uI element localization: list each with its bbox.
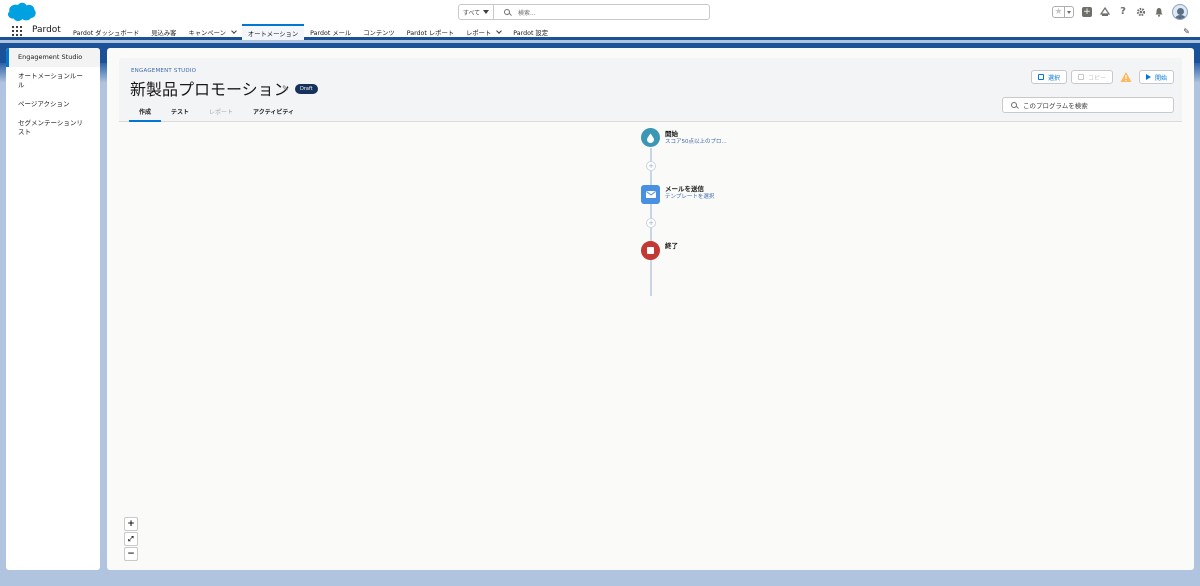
automation-sidebar: Engagement Studio オートメーションルール ページアクション セ…: [6, 48, 100, 570]
tab-activity[interactable]: アクティビティ: [243, 104, 304, 122]
copy-button-label: コピー: [1087, 74, 1106, 82]
tab-test[interactable]: テスト: [161, 104, 199, 122]
edit-title-pencil-icon[interactable]: ✎: [282, 84, 289, 93]
tab-reports: レポート: [209, 109, 234, 116]
sidebar-item-engagement-studio[interactable]: Engagement Studio: [6, 48, 100, 67]
notification-bell-icon[interactable]: [1154, 7, 1164, 17]
chevron-down-icon[interactable]: [496, 28, 503, 34]
sidebar-item-automation-rules[interactable]: オートメーションルール: [6, 67, 100, 95]
nav-tab-pardot-settings[interactable]: Pardot 設定: [507, 24, 554, 40]
copy-button: コピー: [1070, 70, 1113, 84]
sidebar-item-label: ページアクション: [18, 100, 70, 108]
favorites-group: ★: [1052, 6, 1074, 18]
trailhead-icon[interactable]: [1100, 7, 1110, 17]
zoom-out-button[interactable]: −: [124, 547, 138, 561]
app-nav-bar: Pardot Pardot ダッシュボード 見込み客 キャンペーン オートメーシ…: [0, 24, 1200, 40]
tab-build[interactable]: 作成: [129, 104, 162, 122]
start-button-label: 開始: [1154, 74, 1167, 82]
favorite-star-icon[interactable]: ★: [1053, 7, 1064, 17]
end-node[interactable]: [641, 241, 660, 260]
program-header: ENGAGEMENT STUDIO 新製品プロモーション ✎ Draft 作成 …: [119, 58, 1182, 122]
nav-tab-label: コンテンツ: [363, 29, 395, 37]
program-title: 新製品プロモーション: [130, 80, 290, 99]
program-tabs: 作成 テスト レポート アクティビティ: [129, 104, 304, 122]
user-avatar[interactable]: [1172, 4, 1188, 20]
drop-icon: [647, 133, 654, 143]
program-eyebrow: ENGAGEMENT STUDIO: [131, 68, 197, 74]
select-button-label: 選択: [1047, 74, 1060, 82]
salesforce-logo-icon[interactable]: [6, 2, 36, 23]
global-search-input[interactable]: 検索...: [494, 4, 710, 20]
global-header: すべて 検索... ★ + ?: [0, 0, 1200, 24]
select-icon: [1037, 74, 1044, 80]
sidebar-item-page-actions[interactable]: ページアクション: [6, 95, 100, 114]
gear-icon[interactable]: [1136, 7, 1146, 17]
select-button[interactable]: 選択: [1030, 70, 1067, 84]
search-icon: [504, 9, 510, 15]
header-utility-icons: ★ + ?: [1052, 4, 1188, 20]
nav-tab-label: レポート: [466, 29, 492, 37]
nav-tab-label: オートメーション: [247, 30, 299, 38]
nav-tab-label: キャンペーン: [188, 29, 226, 37]
add-step-button[interactable]: +: [646, 218, 656, 228]
zoom-in-button[interactable]: +: [124, 517, 138, 531]
nav-tab-content[interactable]: コンテンツ: [357, 24, 400, 40]
app-launcher-icon[interactable]: [12, 26, 22, 36]
nav-tabs: Pardot ダッシュボード 見込み客 キャンペーン オートメーション Pard…: [67, 24, 554, 40]
nav-tab-reports[interactable]: レポート: [460, 24, 507, 40]
start-node[interactable]: [641, 128, 660, 147]
favorites-menu-button[interactable]: [1064, 7, 1073, 17]
play-icon: [1145, 74, 1151, 80]
search-scope-select[interactable]: すべて: [458, 4, 494, 20]
app-name: Pardot: [32, 25, 61, 35]
nav-tab-label: 見込み客: [151, 29, 177, 37]
engagement-studio-main: ENGAGEMENT STUDIO 新製品プロモーション ✎ Draft 作成 …: [107, 48, 1194, 570]
sidebar-item-label: オートメーションルール: [18, 72, 83, 89]
caret-down-icon: [483, 10, 490, 14]
fit-to-screen-button[interactable]: ⤢: [124, 532, 138, 546]
nav-tab-automation[interactable]: オートメーション: [241, 24, 305, 40]
edit-nav-pencil-icon[interactable]: ✎: [1183, 27, 1190, 36]
send-email-node[interactable]: [641, 185, 660, 204]
nav-tab-pardot-reports[interactable]: Pardot レポート: [401, 24, 460, 40]
program-search-input[interactable]: このプログラムを検索: [1002, 97, 1174, 113]
sidebar-item-segmentation-lists[interactable]: セグメンテーションリスト: [6, 114, 100, 142]
nav-tab-label: Pardot ダッシュボード: [73, 29, 140, 37]
chevron-down-icon[interactable]: [231, 28, 237, 34]
nav-tab-label: Pardot 設定: [513, 29, 549, 37]
start-button[interactable]: 開始: [1138, 70, 1174, 84]
warning-icon[interactable]: [1120, 70, 1132, 84]
program-actions: 選択 コピー 開始: [1030, 70, 1174, 84]
status-badge: Draft: [295, 84, 318, 94]
end-node-title: 終了: [665, 242, 678, 250]
nav-tab-pardot-email[interactable]: Pardot メール: [304, 24, 357, 40]
nav-tab-prospects[interactable]: 見込み客: [145, 24, 182, 40]
stop-icon: [647, 247, 654, 254]
copy-icon: [1077, 74, 1084, 80]
search-scope-label: すべて: [462, 9, 481, 17]
add-step-button[interactable]: +: [646, 161, 656, 171]
sidebar-item-label: Engagement Studio: [18, 53, 83, 61]
start-node-subtitle[interactable]: スコア50点以上のプロ...: [665, 137, 727, 145]
envelope-icon: [645, 191, 656, 198]
global-create-icon[interactable]: +: [1082, 7, 1092, 17]
nav-tab-label: Pardot レポート: [406, 29, 455, 37]
caret-down-icon: [1067, 10, 1071, 14]
zoom-controls: + ⤢ −: [124, 517, 138, 561]
sidebar-item-label: セグメンテーションリスト: [18, 119, 83, 136]
program-search-placeholder: このプログラムを検索: [1023, 102, 1088, 110]
global-search: すべて 検索...: [458, 4, 710, 20]
nav-tab-campaigns[interactable]: キャンペーン: [182, 24, 241, 40]
global-search-placeholder: 検索...: [518, 9, 536, 17]
send-email-node-subtitle[interactable]: テンプレートを選択: [665, 192, 714, 200]
search-icon: [1011, 102, 1017, 108]
nav-tab-label: Pardot メール: [310, 29, 352, 37]
nav-tab-pardot-dashboard[interactable]: Pardot ダッシュボード: [67, 24, 145, 40]
help-icon[interactable]: ?: [1118, 7, 1128, 17]
